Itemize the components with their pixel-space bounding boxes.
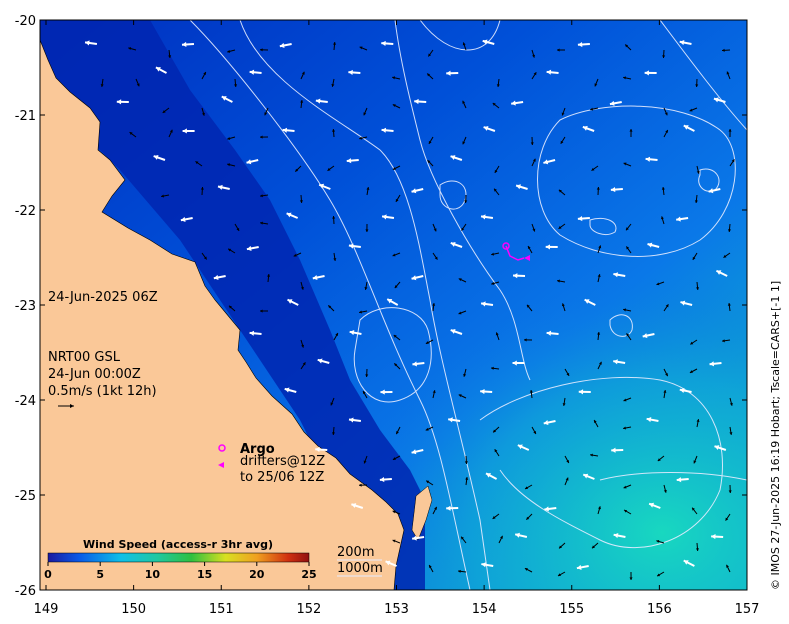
colorbar-title: Wind Speed (access-r 3hr avg) bbox=[83, 538, 273, 551]
y-tick-label: -25 bbox=[15, 489, 36, 504]
product-label: NRT00 GSL bbox=[48, 350, 121, 365]
y-tick-label: -20 bbox=[15, 14, 36, 29]
x-tick-label: 155 bbox=[559, 602, 584, 617]
contour-200-label: 200m bbox=[337, 545, 374, 560]
colorbar-tick-label: 25 bbox=[301, 568, 316, 581]
drifters-legend-label: drifters@12Z bbox=[240, 454, 325, 469]
x-tick-label: 152 bbox=[296, 602, 321, 617]
y-tick-label: -23 bbox=[15, 299, 36, 314]
x-tick-label: 150 bbox=[121, 602, 146, 617]
y-tick-label: -21 bbox=[15, 109, 36, 124]
x-tick-label: 153 bbox=[384, 602, 409, 617]
colorbar-gradient bbox=[47, 552, 310, 563]
ocean-map: 149 150 151 152 153 154 155 156 157 -20-21-22-23… bbox=[15, 14, 782, 617]
x-tick-label: 157 bbox=[735, 602, 760, 617]
y-tick-label: -22 bbox=[15, 204, 36, 219]
drifters-to-label: to 25/06 12Z bbox=[240, 470, 324, 485]
map-time-label: 24-Jun-2025 06Z bbox=[48, 290, 158, 305]
contour-1000-label: 1000m bbox=[337, 561, 383, 576]
y-tick-label: -26 bbox=[15, 584, 36, 599]
colorbar-tick-label: 5 bbox=[96, 568, 104, 581]
y-tick-label: -24 bbox=[15, 394, 36, 409]
x-tick-label: 151 bbox=[209, 602, 234, 617]
x-tick-label: 156 bbox=[647, 602, 672, 617]
product-time-label: 24-Jun 00:00Z bbox=[48, 367, 141, 382]
colorbar-tick-label: 20 bbox=[249, 568, 265, 581]
vector-scale-label: 0.5m/s (1kt 12h) bbox=[48, 384, 157, 399]
x-tick-label: 149 bbox=[34, 602, 59, 617]
x-tick-label: 154 bbox=[472, 602, 497, 617]
colorbar-tick-label: 15 bbox=[197, 568, 212, 581]
credit-label: © IMOS 27-Jun-2025 16:19 Hobart; Tscale=… bbox=[769, 281, 782, 590]
colorbar-tick-label: 10 bbox=[145, 568, 161, 581]
colorbar-tick-label: 0 bbox=[44, 568, 52, 581]
